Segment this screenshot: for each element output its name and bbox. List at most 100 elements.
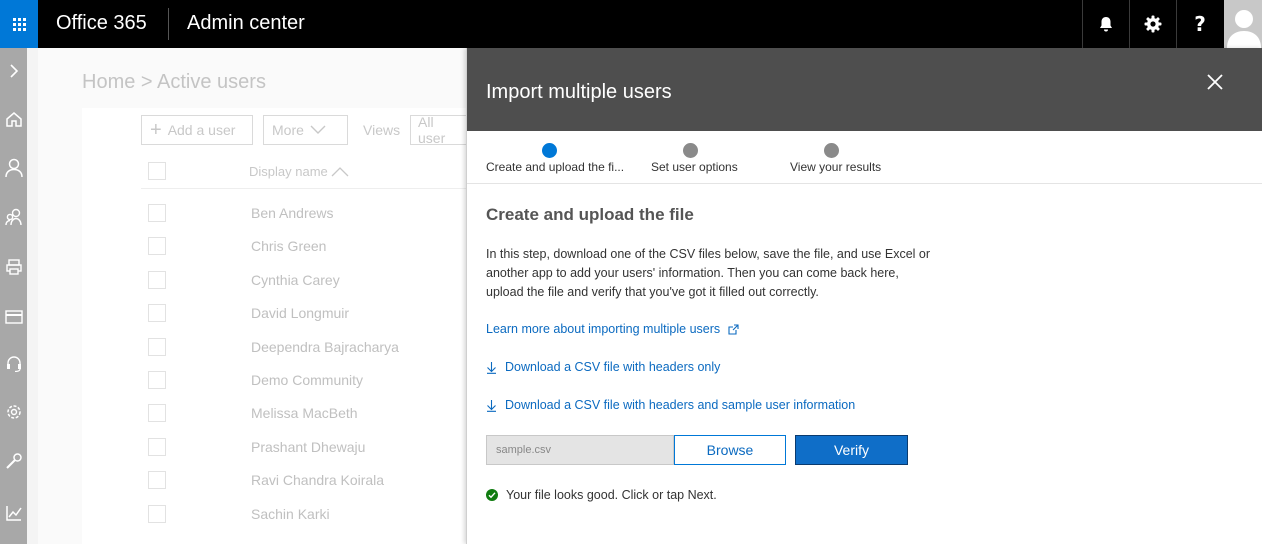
row-checkbox[interactable] (148, 471, 166, 490)
browse-button[interactable]: Browse (674, 435, 786, 465)
sort-ascending-icon (331, 166, 349, 176)
user-display-name[interactable]: Melissa MacBeth (251, 405, 358, 421)
panel-header: Import multiple users (467, 48, 1262, 131)
left-nav-rail (0, 48, 27, 544)
row-checkbox[interactable] (148, 371, 166, 389)
chart-icon (5, 506, 22, 521)
question-icon: ? (1194, 12, 1206, 36)
user-display-name[interactable]: Sachin Karki (251, 506, 330, 522)
nav-support[interactable] (0, 348, 27, 378)
user-display-name[interactable]: David Longmuir (251, 305, 349, 321)
row-checkbox[interactable] (148, 204, 166, 222)
brand-name[interactable]: Office 365 (56, 12, 147, 35)
user-display-name[interactable]: Ben Andrews (251, 205, 334, 221)
more-button[interactable]: More (263, 115, 348, 145)
display-name-header-label: Display name (249, 164, 328, 179)
row-checkbox[interactable] (148, 404, 166, 423)
help-button[interactable]: ? (1176, 0, 1223, 48)
expand-nav-button[interactable] (0, 56, 27, 86)
validation-status: Your file looks good. Click or tap Next. (486, 488, 717, 502)
checkmark-circle-icon (486, 489, 498, 501)
step-2-indicator (683, 143, 698, 158)
home-icon (5, 112, 22, 127)
select-all-checkbox[interactable] (148, 162, 166, 180)
user-avatar-icon (1227, 10, 1261, 48)
chevron-right-icon (9, 64, 18, 78)
verify-button[interactable]: Verify (795, 435, 908, 465)
row-checkbox[interactable] (148, 337, 166, 356)
groups-icon (4, 208, 22, 226)
printer-icon (5, 259, 22, 275)
user-display-name[interactable]: Demo Community (251, 372, 363, 388)
more-label: More (272, 122, 304, 138)
row-checkbox[interactable] (148, 304, 166, 323)
download-sample-label: Download a CSV file with headers and sam… (505, 398, 856, 412)
external-link-icon (728, 323, 739, 335)
nav-users[interactable] (0, 153, 27, 183)
close-icon (1207, 74, 1223, 90)
user-display-name[interactable]: Prashant Dhewaju (251, 439, 365, 455)
views-value: All user (418, 114, 446, 146)
settings-button[interactable] (1129, 0, 1176, 48)
views-label: Views (363, 122, 401, 138)
step-1-indicator (542, 143, 557, 158)
avatar[interactable] (1224, 0, 1262, 48)
section-title: Create and upload the file (486, 205, 694, 224)
chevron-down-icon (310, 125, 326, 134)
download-icon (487, 361, 496, 374)
plus-icon: + (150, 119, 162, 141)
download-sample-link[interactable]: Download a CSV file with headers and sam… (486, 398, 855, 412)
step-2-label[interactable]: Set user options (651, 160, 738, 174)
nav-billing[interactable] (0, 302, 27, 332)
user-display-name[interactable]: Deependra Bajracharya (251, 339, 399, 355)
nav-setup[interactable] (0, 446, 27, 476)
display-name-column-header[interactable]: Display name (249, 164, 349, 179)
download-headers-label: Download a CSV file with headers only (505, 360, 721, 374)
user-display-name[interactable]: Cynthia Carey (251, 272, 340, 288)
import-users-panel: Import multiple users Create and upload … (466, 48, 1262, 544)
waffle-icon (12, 17, 26, 31)
user-display-name[interactable]: Chris Green (251, 238, 326, 254)
instructions-text: In this step, download one of the CSV fi… (486, 247, 931, 299)
row-checkbox[interactable] (148, 504, 166, 523)
nav-home[interactable] (0, 104, 27, 134)
app-title[interactable]: Admin center (187, 12, 305, 35)
row-checkbox[interactable] (148, 270, 166, 289)
add-user-button[interactable]: + Add a user (141, 115, 253, 145)
notifications-button[interactable] (1082, 0, 1129, 48)
nav-reports[interactable] (0, 498, 27, 528)
brand-divider (168, 8, 169, 40)
views-select[interactable]: All user (410, 114, 468, 146)
credit-card-icon (4, 310, 23, 324)
panel-title: Import multiple users (486, 81, 672, 103)
step-1-label[interactable]: Create and upload the fi... (486, 160, 624, 174)
user-icon (4, 158, 23, 178)
status-text: Your file looks good. Click or tap Next. (506, 488, 717, 502)
headset-icon (6, 356, 21, 372)
settings-gear-icon (6, 405, 21, 419)
gear-icon (1144, 15, 1162, 33)
learn-more-link[interactable]: Learn more about importing multiple user… (486, 322, 739, 336)
row-checkbox[interactable] (148, 237, 166, 256)
user-display-name[interactable]: Ravi Chandra Koirala (251, 472, 384, 488)
breadcrumb[interactable]: Home > Active users (82, 71, 266, 94)
wrench-icon (5, 453, 22, 469)
learn-more-label: Learn more about importing multiple user… (486, 322, 721, 336)
bell-icon (1100, 16, 1112, 31)
download-icon (487, 399, 496, 412)
file-path-field[interactable]: sample.csv (486, 435, 674, 465)
close-panel-button[interactable] (1205, 72, 1225, 92)
row-checkbox[interactable] (148, 437, 166, 456)
nav-groups[interactable] (0, 202, 27, 232)
step-3-indicator (824, 143, 839, 158)
nav-resources[interactable] (0, 252, 27, 282)
rail-strip (27, 48, 38, 544)
top-bar: Office 365 Admin center ? (0, 0, 1262, 48)
app-launcher-button[interactable] (0, 0, 38, 48)
add-user-label: Add a user (167, 122, 236, 138)
table-header-divider (141, 188, 468, 189)
nav-settings[interactable] (0, 397, 27, 427)
download-headers-link[interactable]: Download a CSV file with headers only (486, 360, 720, 374)
steps-divider (467, 183, 1262, 184)
step-3-label[interactable]: View your results (790, 160, 881, 174)
